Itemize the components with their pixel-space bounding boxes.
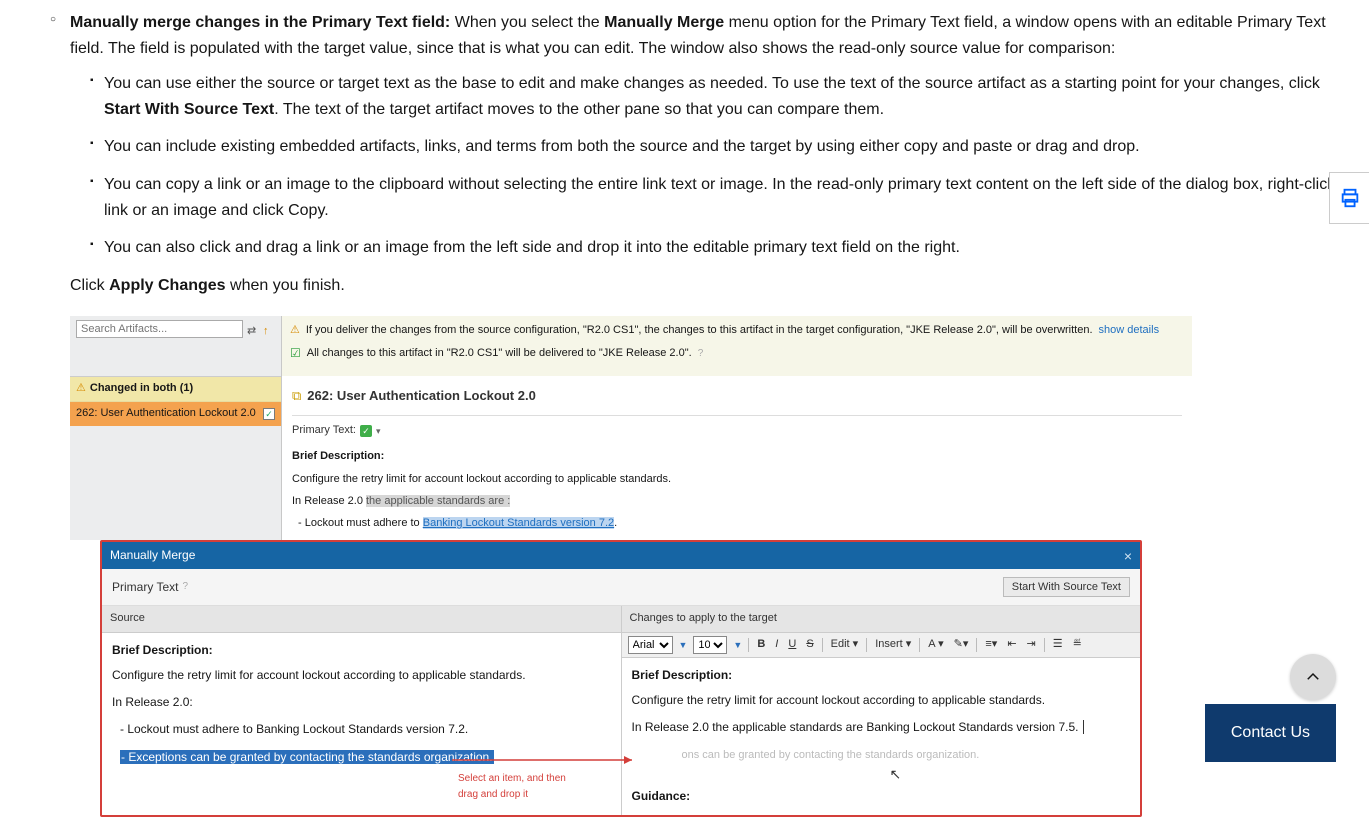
dialog-title: Manually Merge	[110, 546, 195, 565]
show-details-link[interactable]: show details	[1099, 322, 1160, 340]
release-grey: the applicable standards are	[366, 495, 507, 507]
tgt-bd-title: Brief Description:	[632, 666, 1131, 691]
guidance-title: Guidance:	[632, 785, 1131, 806]
fontsize-select[interactable]: 10	[693, 636, 727, 654]
strike-button[interactable]: S	[804, 636, 815, 654]
artifact-title: 262: User Authentication Lockout 2.0	[307, 386, 536, 407]
after-bold: Apply Changes	[109, 277, 225, 294]
red-arrow-icon	[452, 750, 972, 770]
artifact-row-selected[interactable]: 262: User Authentication Lockout 2.0 ✓	[70, 402, 281, 426]
src-lockout: - Lockout must adhere to Banking Lockout…	[112, 720, 611, 747]
bullet-list-button[interactable]: ☰	[1051, 636, 1065, 654]
changed-label: Changed in both (1)	[90, 380, 193, 398]
editor-toolbar: Arial ▼ 10 ▼ B I U S Edit ▾ Insert ▾ A ▾…	[622, 633, 1141, 658]
manually-merge-bold: Manually Merge	[604, 14, 724, 31]
after-a: Click	[70, 277, 109, 294]
check-icon: ☑	[290, 344, 301, 363]
after-b: when you finish.	[226, 277, 345, 294]
sub4: You can also click and drag a link or an…	[70, 235, 1349, 261]
contact-us-button[interactable]: Contact Us	[1205, 704, 1336, 762]
warning-icon: ⚠	[290, 322, 300, 340]
indent-button[interactable]: ⇥	[1025, 636, 1038, 654]
brief-description-text: Configure the retry limit for account lo…	[292, 469, 1182, 491]
sub3: You can copy a link or an image to the c…	[70, 172, 1349, 223]
chevron-down-icon[interactable]: ▼	[679, 638, 688, 652]
sub1-b: . The text of the target artifact moves …	[274, 101, 884, 118]
filter-icon[interactable]: ⇄	[247, 323, 259, 335]
close-icon[interactable]: ×	[1124, 549, 1132, 563]
outdent-button[interactable]: ⇤	[1005, 636, 1018, 654]
sub1-a: You can use either the source or target …	[104, 75, 1320, 92]
scroll-top-button[interactable]	[1290, 654, 1336, 700]
insert-dropdown[interactable]: Insert ▾	[873, 636, 913, 654]
red-note-2: drag and drop it	[458, 787, 611, 803]
italic-button[interactable]: I	[773, 636, 780, 654]
edit-dropdown[interactable]: Edit ▾	[829, 636, 861, 654]
selected-item-label: 262: User Authentication Lockout 2.0	[76, 405, 256, 423]
manually-merge-dialog: Manually Merge × Primary Text ? Start Wi…	[100, 540, 1142, 817]
textcolor-button[interactable]: A ▾	[926, 636, 945, 654]
help-icon[interactable]: ?	[698, 346, 704, 362]
app-screenshot: ⇄ ↑ ⚠ If you deliver the changes from th…	[70, 316, 1192, 540]
lockout-link[interactable]: Banking Lockout Standards version 7.2	[423, 517, 614, 529]
tgt-bd-text: Configure the retry limit for account lo…	[632, 691, 1131, 718]
print-icon	[1339, 187, 1361, 209]
underline-button[interactable]: U	[786, 636, 798, 654]
sub1-bold: Start With Source Text	[104, 101, 274, 118]
align-button[interactable]: ≡▾	[983, 636, 999, 654]
highlight-button[interactable]: ✎▾	[952, 636, 971, 654]
number-list-button[interactable]: ≝	[1071, 636, 1084, 654]
main-item-text-a: When you select the	[450, 14, 604, 31]
checkbox-icon[interactable]: ✓	[263, 408, 275, 420]
print-button[interactable]	[1329, 172, 1369, 224]
chevron-up-icon	[1304, 668, 1322, 686]
release-text: In Release 2.0	[292, 495, 366, 507]
src-bd-text: Configure the retry limit for account lo…	[112, 666, 611, 693]
brief-description-title: Brief Description:	[292, 444, 1182, 470]
primary-text-label: Primary Text:	[292, 422, 356, 440]
dropdown-icon[interactable]: ▾	[376, 424, 381, 438]
dialog-subtitle: Primary Text	[112, 578, 178, 597]
help-icon[interactable]: ?	[182, 579, 188, 595]
up-arrow-icon[interactable]: ↑	[263, 323, 275, 335]
src-bd-title: Brief Description:	[112, 641, 611, 666]
lockout-text: - Lockout must adhere to	[298, 517, 423, 529]
chevron-down-icon[interactable]: ▼	[733, 638, 742, 652]
sub2: You can include existing embedded artifa…	[70, 134, 1349, 160]
bold-button[interactable]: B	[755, 636, 767, 654]
red-note-1: Select an item, and then	[458, 771, 611, 787]
search-input[interactable]	[76, 320, 243, 338]
tgt-release: In Release 2.0 the applicable standards …	[632, 720, 1079, 734]
font-select[interactable]: Arial	[628, 636, 673, 654]
main-item-bold: Manually merge changes in the Primary Te…	[70, 14, 450, 31]
banner2-text: All changes to this artifact in "R2.0 CS…	[307, 345, 692, 363]
merge-icon: ⧉	[292, 386, 301, 407]
src-release: In Release 2.0:	[112, 693, 611, 720]
banner1-text: If you deliver the changes from the sour…	[306, 322, 1093, 340]
start-with-source-button[interactable]: Start With Source Text	[1003, 577, 1130, 597]
source-header: Source	[102, 606, 621, 633]
status-icon: ✓	[360, 425, 372, 437]
target-header: Changes to apply to the target	[622, 606, 1141, 633]
warning-icon: ⚠	[76, 380, 86, 398]
